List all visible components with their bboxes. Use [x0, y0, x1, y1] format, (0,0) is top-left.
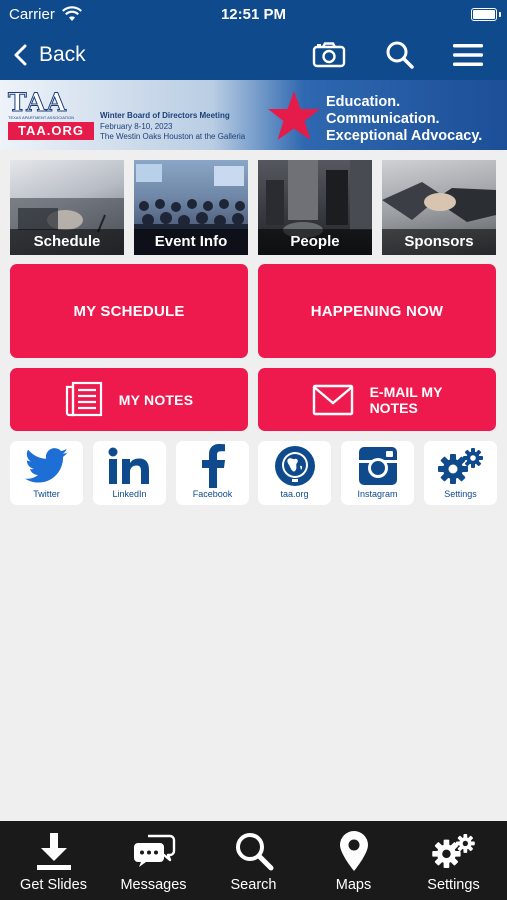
settings-label: Settings: [444, 489, 477, 499]
tab-label: Get Slides: [20, 877, 87, 893]
taa-org-button[interactable]: taa.org: [258, 441, 331, 505]
battery-icon: [471, 8, 501, 21]
tab-get-slides[interactable]: Get Slides: [3, 821, 104, 900]
tile-schedule[interactable]: Schedule: [10, 160, 124, 255]
logo-subtitle: TEXAS APARTMENT ASSOCIATION: [8, 115, 75, 120]
taa-org-label: taa.org: [280, 489, 309, 499]
notes-icon: [65, 381, 102, 416]
event-dates: February 8-10, 2023: [100, 122, 173, 131]
clock: 12:51 PM: [220, 6, 287, 23]
linkedin-button[interactable]: LinkedIn: [93, 441, 166, 505]
messages-icon: [103, 829, 204, 873]
tagline-line-1: Education.: [326, 94, 401, 110]
tab-search[interactable]: Search: [203, 821, 304, 900]
tab-messages[interactable]: Messages: [103, 821, 204, 900]
tab-label: Messages: [120, 877, 187, 893]
linkedin-icon: [107, 443, 153, 489]
linkedin-label: LinkedIn: [112, 489, 147, 499]
back-label: Back: [39, 43, 86, 66]
logo-url: TAA.ORG: [8, 122, 94, 140]
happening-now-button[interactable]: HAPPENING NOW: [258, 264, 496, 358]
tab-bar: Get Slides Messages Search Maps Settings: [0, 821, 507, 900]
search-icon[interactable]: [382, 37, 418, 73]
tab-label: Search: [230, 877, 277, 893]
settings-button[interactable]: Settings: [424, 441, 497, 505]
camera-icon[interactable]: [311, 37, 347, 73]
tile-people[interactable]: People: [258, 160, 372, 255]
email-notes-line-2: NOTES: [369, 399, 418, 416]
tab-settings[interactable]: Settings: [403, 821, 504, 900]
twitter-button[interactable]: Twitter: [10, 441, 83, 505]
email-notes-button[interactable]: E-MAIL MY NOTES: [258, 368, 496, 431]
search-icon: [203, 829, 304, 873]
twitter-label: Twitter: [33, 489, 60, 499]
logo-text: TAA: [7, 88, 68, 118]
my-schedule-button[interactable]: MY SCHEDULE: [10, 264, 248, 358]
event-banner[interactable]: TAA TEXAS APARTMENT ASSOCIATION TAA.ORG …: [0, 80, 507, 150]
tile-event-info[interactable]: Event Info: [134, 160, 248, 255]
facebook-label: Facebook: [192, 489, 233, 499]
event-title: Winter Board of Directors Meeting: [100, 111, 230, 120]
tile-label: Sponsors: [382, 229, 496, 255]
back-button[interactable]: Back: [14, 38, 86, 72]
gears-icon: [403, 829, 504, 873]
tile-label: People: [258, 229, 372, 255]
facebook-button[interactable]: Facebook: [176, 441, 249, 505]
twitter-icon: [24, 443, 69, 489]
tab-label: Settings: [427, 877, 480, 893]
download-icon: [3, 829, 104, 873]
email-notes-line-1: E-MAIL MY: [369, 383, 443, 400]
tab-label: Maps: [335, 877, 372, 893]
event-venue: The Westin Oaks Houston at the Galleria: [100, 132, 246, 141]
chevron-left-icon: [14, 44, 27, 66]
my-notes-button[interactable]: MY NOTES: [10, 368, 248, 431]
globe-icon: [273, 443, 317, 489]
tagline-line-2: Communication.: [326, 111, 440, 127]
my-notes-label: MY NOTES: [118, 391, 194, 408]
tile-label: Event Info: [134, 229, 248, 255]
status-bar: Carrier 12:51 PM: [0, 0, 507, 30]
map-pin-icon: [303, 829, 404, 873]
hamburger-menu-icon[interactable]: [450, 37, 486, 73]
facebook-icon: [200, 443, 226, 489]
nav-bar: Back: [0, 30, 507, 80]
tagline-line-3: Exceptional Advocacy.: [326, 128, 483, 144]
my-schedule-label: MY SCHEDULE: [73, 302, 185, 320]
instagram-button[interactable]: Instagram: [341, 441, 414, 505]
star-icon: [268, 91, 320, 140]
envelope-icon: [312, 384, 353, 415]
happening-now-label: HAPPENING NOW: [310, 302, 444, 320]
email-notes-label: E-MAIL MY NOTES: [370, 384, 443, 416]
instagram-label: Instagram: [357, 489, 398, 499]
tile-sponsors[interactable]: Sponsors: [382, 160, 496, 255]
tab-maps[interactable]: Maps: [303, 821, 404, 900]
instagram-icon: [357, 443, 399, 489]
gears-icon: [437, 443, 484, 489]
taa-logo: TAA TEXAS APARTMENT ASSOCIATION TAA.ORG: [6, 86, 94, 144]
tile-label: Schedule: [10, 229, 124, 255]
